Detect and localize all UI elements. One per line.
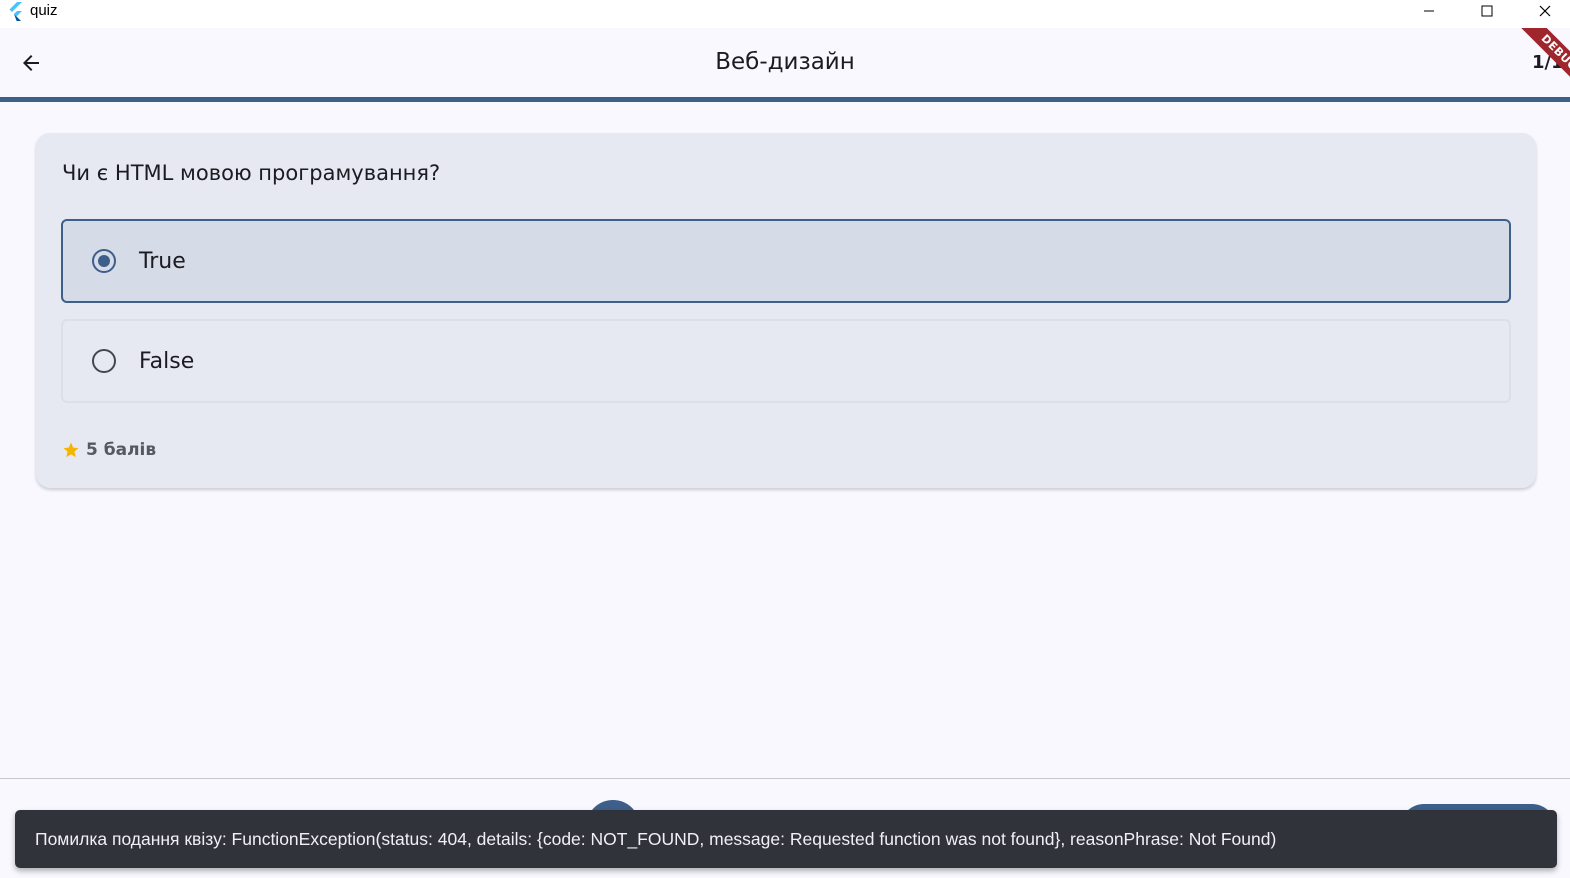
debug-banner-label: DEBUG <box>1513 28 1570 98</box>
minimize-icon <box>1424 10 1434 12</box>
page-title: Веб-дизайн <box>715 49 855 75</box>
window-title: quiz <box>30 2 58 19</box>
bottom-bar-divider <box>0 778 1570 779</box>
answer-option-false[interactable]: False <box>61 319 1511 403</box>
question-text: Чи є HTML мовою програмування? <box>62 161 441 185</box>
maximize-button[interactable] <box>1464 0 1510 22</box>
maximize-icon <box>1481 5 1493 17</box>
error-snackbar: Помилка подання квізу: FunctionException… <box>15 810 1557 868</box>
question-card: Чи є HTML мовою програмування? True Fals… <box>36 133 1536 488</box>
points-label: 5 балів <box>86 440 157 460</box>
close-window-button[interactable] <box>1522 0 1568 22</box>
radio-unselected-icon[interactable] <box>92 349 116 373</box>
minimize-button[interactable] <box>1406 0 1452 22</box>
question-points: 5 балів <box>62 440 156 460</box>
star-icon <box>63 442 79 458</box>
close-icon <box>1539 5 1551 17</box>
answer-option-label: True <box>139 248 186 274</box>
quiz-progress-fill <box>0 97 1570 102</box>
answer-option-label: False <box>139 348 195 374</box>
radio-selected-icon[interactable] <box>92 249 116 273</box>
debug-banner: DEBUG <box>1500 28 1570 98</box>
window-titlebar: quiz <box>0 0 1570 28</box>
snackbar-message: Помилка подання квізу: FunctionException… <box>35 828 1277 849</box>
flutter-logo-icon <box>9 2 22 21</box>
answer-option-true[interactable]: True <box>61 219 1511 303</box>
app-bar: Веб-дизайн 1/1 <box>0 28 1570 98</box>
quiz-progress-bar <box>0 97 1570 102</box>
